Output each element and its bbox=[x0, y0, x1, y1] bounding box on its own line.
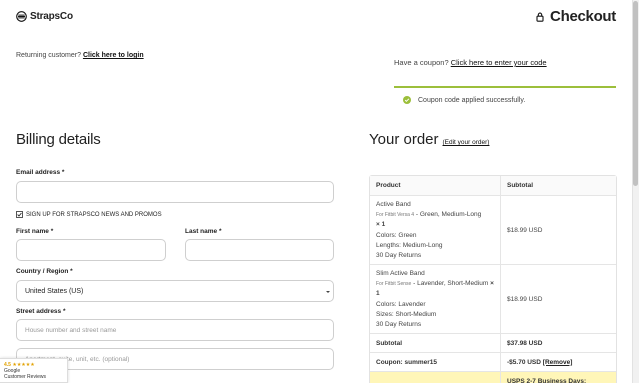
enter-coupon-link[interactable]: Click here to enter your code bbox=[451, 58, 547, 67]
product-length: Lengths: Medium-Long bbox=[376, 241, 443, 249]
reviews-caption: Customer Reviews bbox=[4, 374, 46, 380]
email-field[interactable] bbox=[16, 181, 334, 203]
first-name-field[interactable] bbox=[16, 239, 166, 261]
product-column-header: Product bbox=[370, 176, 501, 195]
street-label-text: Street address bbox=[16, 308, 62, 315]
last-name-field[interactable] bbox=[185, 239, 334, 261]
product-cell: Slim Active Band For Fitbit Sense - Lave… bbox=[370, 265, 501, 333]
subtotal-value: $37.98 USD bbox=[507, 339, 543, 347]
product-compatibility: For Fitbit Sense bbox=[376, 281, 412, 288]
product-variant: - Green, Medium-Long bbox=[414, 211, 482, 219]
product-size: Sizes: Short-Medium bbox=[376, 310, 437, 318]
product-compatibility: For Fitbit Versa 4 bbox=[376, 212, 415, 219]
product-returns: 30 Day Returns bbox=[376, 321, 422, 329]
page-title: Checkout bbox=[550, 8, 616, 25]
coupon-discount: -$5.70 USD [Remove] bbox=[501, 353, 616, 371]
street-address-field[interactable]: House number and street name bbox=[16, 319, 334, 341]
table-row: Active Band For Fitbit Versa 4 - Green, … bbox=[370, 195, 616, 264]
last-name-label-text: Last name bbox=[185, 228, 218, 235]
newsletter-checkbox[interactable] bbox=[16, 211, 23, 218]
product-color: Colors: Green bbox=[376, 231, 417, 239]
strapsco-logo-icon bbox=[16, 11, 27, 22]
shipping-label-cell bbox=[370, 372, 501, 383]
coupon-prompt: Have a coupon? Click here to enter your … bbox=[394, 58, 547, 67]
login-link[interactable]: Click here to login bbox=[83, 52, 144, 59]
first-name-label-text: First name bbox=[16, 228, 49, 235]
required-mark: * bbox=[218, 228, 222, 235]
product-quantity: × 1 bbox=[376, 221, 386, 229]
country-label-text: Country / Region bbox=[16, 268, 69, 275]
product-name: Slim Active Band bbox=[376, 270, 425, 277]
product-price: $18.99 USD bbox=[507, 226, 543, 234]
order-title: Your order bbox=[369, 131, 439, 148]
street-placeholder: House number and street name bbox=[25, 326, 117, 334]
newsletter-label: SIGN UP FOR STRAPSCO NEWS AND PROMOS bbox=[26, 211, 162, 218]
email-label-text: Email address bbox=[16, 169, 61, 176]
shipping-row: USPS 2-7 Business Days: bbox=[370, 371, 616, 383]
brand-name: StrapsCo bbox=[30, 11, 73, 22]
edit-order-link[interactable]: (Edit your order) bbox=[443, 139, 490, 146]
country-selected-value: United States (US) bbox=[25, 287, 84, 295]
required-mark: * bbox=[61, 169, 65, 176]
remove-coupon-link[interactable]: [Remove] bbox=[543, 359, 573, 366]
coupon-success-text: Coupon code applied successfully. bbox=[418, 96, 526, 104]
street-label: Street address * bbox=[16, 308, 66, 315]
country-select[interactable]: United States (US) bbox=[16, 280, 334, 302]
newsletter-checkbox-row[interactable]: SIGN UP FOR STRAPSCO NEWS AND PROMOS bbox=[16, 211, 162, 218]
order-header: Your order (Edit your order) bbox=[369, 131, 489, 148]
subtotal-column-header: Subtotal bbox=[507, 182, 533, 189]
product-variant: - Lavender, Short-Medium bbox=[411, 280, 489, 288]
product-name: Active Band bbox=[376, 201, 411, 208]
returning-customer: Returning customer? Click here to login bbox=[16, 52, 144, 59]
shipping-method: USPS 2-7 Business Days: bbox=[507, 378, 587, 383]
required-mark: * bbox=[70, 268, 73, 275]
subtotal-row: Subtotal $37.98 USD bbox=[370, 333, 616, 352]
brand-logo[interactable]: StrapsCo bbox=[16, 11, 73, 22]
checkout-header: Checkout bbox=[536, 8, 616, 25]
country-label: Country / Region * bbox=[16, 268, 73, 275]
coupon-value: -$5.70 USD bbox=[507, 358, 541, 366]
lock-icon bbox=[536, 12, 544, 22]
caret-down-icon bbox=[326, 291, 330, 293]
coupon-row: Coupon: summer15 -$5.70 USD [Remove] bbox=[370, 352, 616, 371]
check-circle-icon bbox=[403, 96, 411, 104]
coupon-success-message: Coupon code applied successfully. bbox=[403, 96, 525, 104]
coupon-divider bbox=[394, 86, 616, 88]
billing-title: Billing details bbox=[16, 131, 101, 148]
checkmark-icon bbox=[17, 212, 22, 217]
required-mark: * bbox=[50, 228, 54, 235]
page-scrollbar[interactable] bbox=[632, 0, 639, 383]
table-header-row: Product Subtotal bbox=[370, 176, 616, 195]
required-mark: * bbox=[62, 308, 66, 315]
email-label: Email address * bbox=[16, 169, 64, 176]
product-price: $18.99 USD bbox=[507, 295, 543, 303]
product-color: Colors: Lavender bbox=[376, 300, 426, 308]
google-reviews-badge[interactable]: 4.5 ★★★★★ Google Customer Reviews bbox=[0, 358, 68, 383]
first-name-label: First name * bbox=[16, 228, 53, 235]
coupon-prompt-text: Have a coupon? bbox=[394, 58, 449, 67]
table-row: Slim Active Band For Fitbit Sense - Lave… bbox=[370, 264, 616, 333]
product-cell: Active Band For Fitbit Versa 4 - Green, … bbox=[370, 196, 501, 264]
scrollbar-thumb[interactable] bbox=[633, 1, 638, 186]
coupon-label: Coupon: summer15 bbox=[370, 353, 501, 371]
returning-prompt: Returning customer? bbox=[16, 52, 81, 59]
product-returns: 30 Day Returns bbox=[376, 252, 422, 260]
subtotal-label: Subtotal bbox=[370, 334, 501, 352]
last-name-label: Last name * bbox=[185, 228, 222, 235]
order-summary-table: Product Subtotal Active Band For Fitbit … bbox=[369, 175, 617, 383]
